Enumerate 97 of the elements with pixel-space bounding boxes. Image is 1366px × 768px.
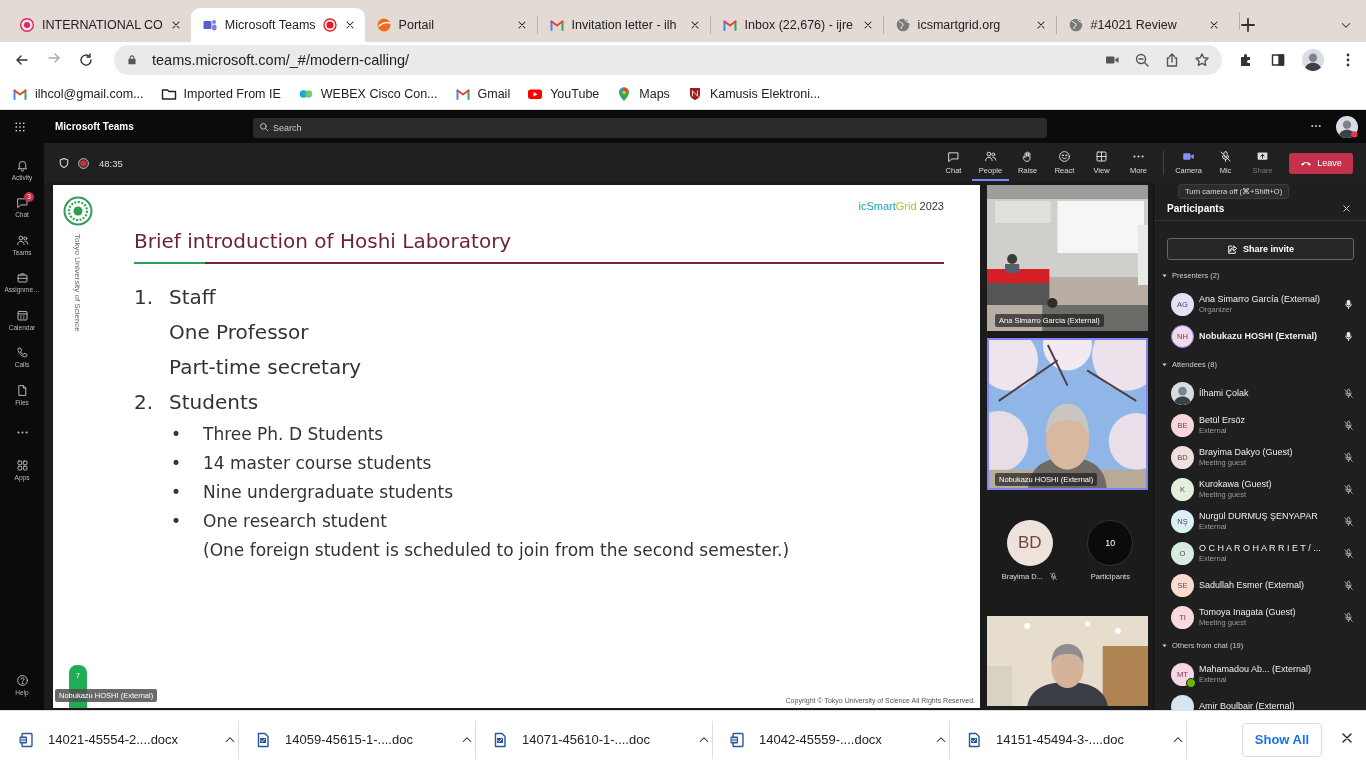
share-invite-button[interactable]: Share invite bbox=[1167, 238, 1354, 260]
globe-icon bbox=[1067, 17, 1084, 33]
lock-icon bbox=[126, 54, 138, 66]
university-name: Tokyo University of Science bbox=[73, 234, 82, 332]
bookmark[interactable]: YouTube bbox=[527, 85, 600, 102]
participant-name: Betül Ersöz bbox=[1199, 415, 1247, 425]
chat-icon bbox=[15, 196, 29, 210]
browser-tab[interactable]: Inbox (22,676) - ijre bbox=[710, 8, 883, 42]
bullet-item: • 14 master course students bbox=[170, 452, 433, 475]
participant-name: Sadullah Esmer (External) bbox=[1199, 580, 1306, 590]
bookmark[interactable]: ilhcol@gmail.com... bbox=[12, 85, 144, 102]
reload-icon[interactable] bbox=[78, 52, 94, 68]
participant-name: Tomoya Inagata (Guest) bbox=[1199, 607, 1297, 617]
help-icon bbox=[15, 674, 29, 688]
numbered-item: 1. Staff bbox=[134, 284, 217, 311]
browser-tab[interactable]: INTERNATIONAL CO bbox=[8, 8, 191, 42]
site-icon bbox=[201, 17, 218, 33]
participant-name: Nurgül DURMUŞ ŞENYAPAR bbox=[1199, 511, 1319, 521]
participant-count[interactable]: 10 bbox=[1087, 520, 1134, 566]
app-launcher-icon[interactable] bbox=[14, 120, 26, 133]
grid-icon bbox=[1095, 149, 1108, 163]
participant-name: Nobukazu HOSHI (External) bbox=[1199, 331, 1318, 341]
participant-name: Ana Simarro García (External) bbox=[1199, 294, 1322, 304]
share-screen-icon bbox=[1256, 149, 1269, 163]
participant-name: Amir Boulbair (External) bbox=[1199, 701, 1296, 710]
share-icon[interactable] bbox=[1164, 52, 1180, 68]
bookmark[interactable]: Gmail bbox=[454, 85, 511, 102]
star-icon[interactable] bbox=[1194, 52, 1210, 68]
bullet-item: • Nine undergraduate students bbox=[170, 481, 455, 504]
profile-avatar[interactable] bbox=[1336, 115, 1358, 138]
site-icon bbox=[19, 17, 35, 33]
site-icon bbox=[375, 17, 392, 33]
phone-icon bbox=[15, 346, 29, 360]
slide-text: Part-time secretary bbox=[168, 354, 363, 381]
hand-icon bbox=[1021, 149, 1034, 163]
show-all-button[interactable]: Show All bbox=[1242, 722, 1322, 757]
bullet-item: • Three Ph. D Students bbox=[170, 423, 385, 446]
document-icon bbox=[255, 731, 271, 748]
bag-icon bbox=[15, 271, 29, 285]
participant-name: Mahamadou Ab... (External) bbox=[1199, 664, 1313, 674]
call-duration: 48:35 bbox=[99, 157, 123, 169]
calendar-icon bbox=[15, 308, 29, 322]
numbered-item: 2. Students bbox=[134, 389, 260, 416]
panel-title: Participants bbox=[1167, 203, 1225, 214]
envelope-icon bbox=[721, 17, 738, 33]
bullet-item: • One research student bbox=[170, 510, 388, 533]
browser-tab[interactable]: Invitation letter - ilh bbox=[537, 8, 710, 42]
document-icon bbox=[966, 731, 982, 748]
close-icon[interactable] bbox=[1341, 203, 1352, 214]
brand-name: icSmartGrid bbox=[858, 200, 917, 212]
logo-icon bbox=[63, 196, 93, 226]
leave-button[interactable]: Leave bbox=[1289, 152, 1353, 174]
app-title: Microsoft Teams bbox=[55, 121, 135, 132]
document-icon bbox=[18, 731, 34, 748]
envelope-icon bbox=[548, 17, 565, 33]
globe-icon bbox=[894, 17, 911, 33]
bookmark[interactable]: Imported From IE bbox=[160, 85, 281, 102]
slide-text: One Professor bbox=[168, 319, 310, 346]
smile-icon bbox=[1058, 149, 1071, 163]
people-icon bbox=[15, 233, 29, 247]
document-icon bbox=[729, 731, 745, 748]
browser-tab[interactable]: icsmartgrid.org bbox=[883, 8, 1056, 42]
mic-off-icon bbox=[1219, 149, 1232, 163]
new-tab-icon[interactable] bbox=[1239, 17, 1256, 33]
participant-name: İlhami Çolak bbox=[1199, 388, 1250, 398]
profile-avatar bbox=[1171, 381, 1194, 405]
chat-icon bbox=[947, 149, 960, 163]
bell-icon bbox=[15, 158, 29, 172]
browser-tab[interactable]: Portail bbox=[364, 8, 537, 42]
people-icon bbox=[984, 149, 997, 163]
slide-note: (One foreign student is scheduled to join from the second semester.) bbox=[202, 539, 791, 562]
bookmark[interactable]: WEBEX Cisco Con... bbox=[297, 85, 438, 102]
bookmark[interactable]: Maps bbox=[616, 85, 670, 102]
slide-title: Brief introduction of Hoshi Laboratory bbox=[134, 229, 513, 253]
address-bar[interactable]: teams.microsoft.com/_#/modern-calling/ bbox=[114, 45, 1222, 75]
search-field[interactable]: Search bbox=[253, 117, 1047, 138]
download-item[interactable]: 14071-45610-1-....doc bbox=[492, 731, 710, 748]
search-icon bbox=[259, 121, 269, 132]
brand-year: 2023 bbox=[919, 200, 944, 212]
download-item[interactable]: 14151-45494-3-....doc bbox=[966, 731, 1184, 748]
document-icon bbox=[492, 731, 508, 748]
profile-avatar[interactable] bbox=[1302, 49, 1324, 71]
download-item[interactable]: 14042-45559-....docx bbox=[729, 731, 947, 748]
participant-name: Brayima Dakyo (Guest) bbox=[1199, 447, 1294, 457]
apps-icon bbox=[15, 458, 29, 472]
browser-tab[interactable]: #14021 Review bbox=[1056, 8, 1229, 42]
participant-name: Kurokawa (Guest) bbox=[1199, 479, 1273, 489]
browser-tab[interactable]: Microsoft Teams bbox=[190, 8, 365, 42]
download-item[interactable]: 14021-45554-2....docx bbox=[18, 731, 236, 748]
participant-name: O C H A R O H A R R I E T / ... bbox=[1199, 543, 1322, 553]
sidebar-icon[interactable] bbox=[1270, 52, 1286, 68]
download-item[interactable]: 14059-45615-1-....doc bbox=[255, 731, 473, 748]
avatar: BD bbox=[1006, 520, 1053, 566]
bookmark[interactable]: Kamusis Elektroni... bbox=[686, 85, 821, 102]
zoom-out-icon[interactable] bbox=[1134, 52, 1150, 68]
shield-icon bbox=[58, 157, 70, 169]
share-icon bbox=[1227, 243, 1238, 255]
